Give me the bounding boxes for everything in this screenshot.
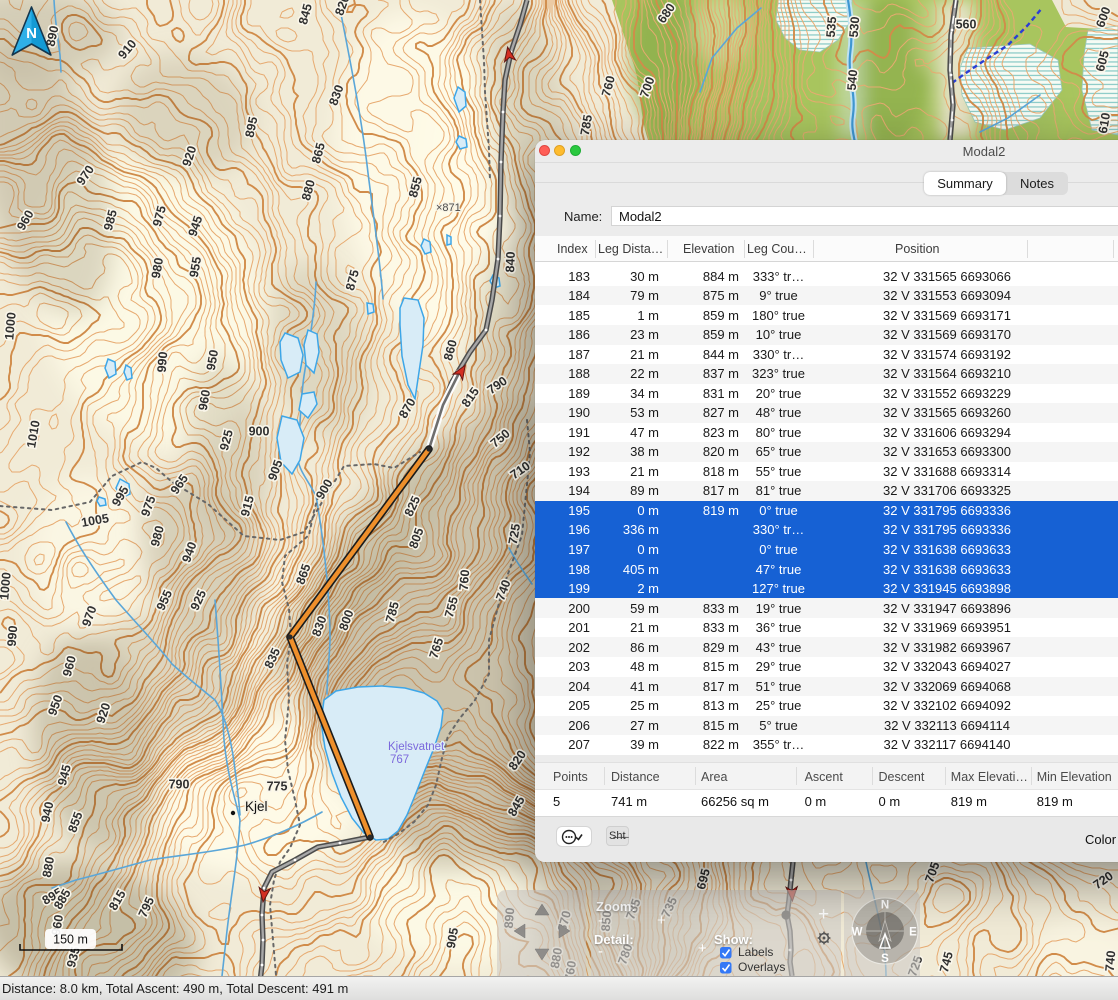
svg-text:560: 560	[956, 18, 977, 32]
svg-text:775: 775	[267, 780, 288, 794]
svg-text:Overlays: Overlays	[738, 960, 785, 974]
svg-text:540: 540	[845, 69, 861, 91]
svg-text:×871: ×871	[436, 202, 461, 214]
svg-text:1000: 1000	[0, 572, 14, 601]
svg-text:740: 740	[1103, 950, 1118, 972]
svg-text:990: 990	[5, 625, 21, 647]
svg-text:530: 530	[847, 16, 863, 38]
svg-text:N: N	[26, 25, 37, 42]
svg-text:990: 990	[155, 351, 171, 373]
svg-text:Kjelsvatnet: Kjelsvatnet	[388, 741, 445, 753]
svg-text:+: +	[818, 904, 829, 925]
svg-text:900: 900	[249, 425, 270, 439]
svg-text:840: 840	[503, 251, 518, 272]
svg-text:-: -	[598, 912, 603, 929]
svg-text:+: +	[657, 912, 666, 929]
svg-text:Kjel: Kjel	[245, 799, 268, 814]
svg-text:535: 535	[824, 16, 840, 38]
svg-text:790: 790	[169, 778, 190, 792]
svg-text:+: +	[698, 940, 707, 957]
svg-text:760: 760	[457, 569, 473, 591]
svg-text:767: 767	[390, 754, 409, 766]
svg-text:1000: 1000	[2, 312, 18, 341]
svg-text:150 m: 150 m	[53, 933, 88, 947]
svg-text:S: S	[881, 953, 889, 965]
svg-text:Labels: Labels	[738, 945, 773, 959]
svg-text:-: -	[598, 943, 603, 960]
svg-text:E: E	[909, 927, 917, 939]
svg-text:W: W	[852, 927, 863, 939]
svg-text:N: N	[881, 900, 889, 912]
